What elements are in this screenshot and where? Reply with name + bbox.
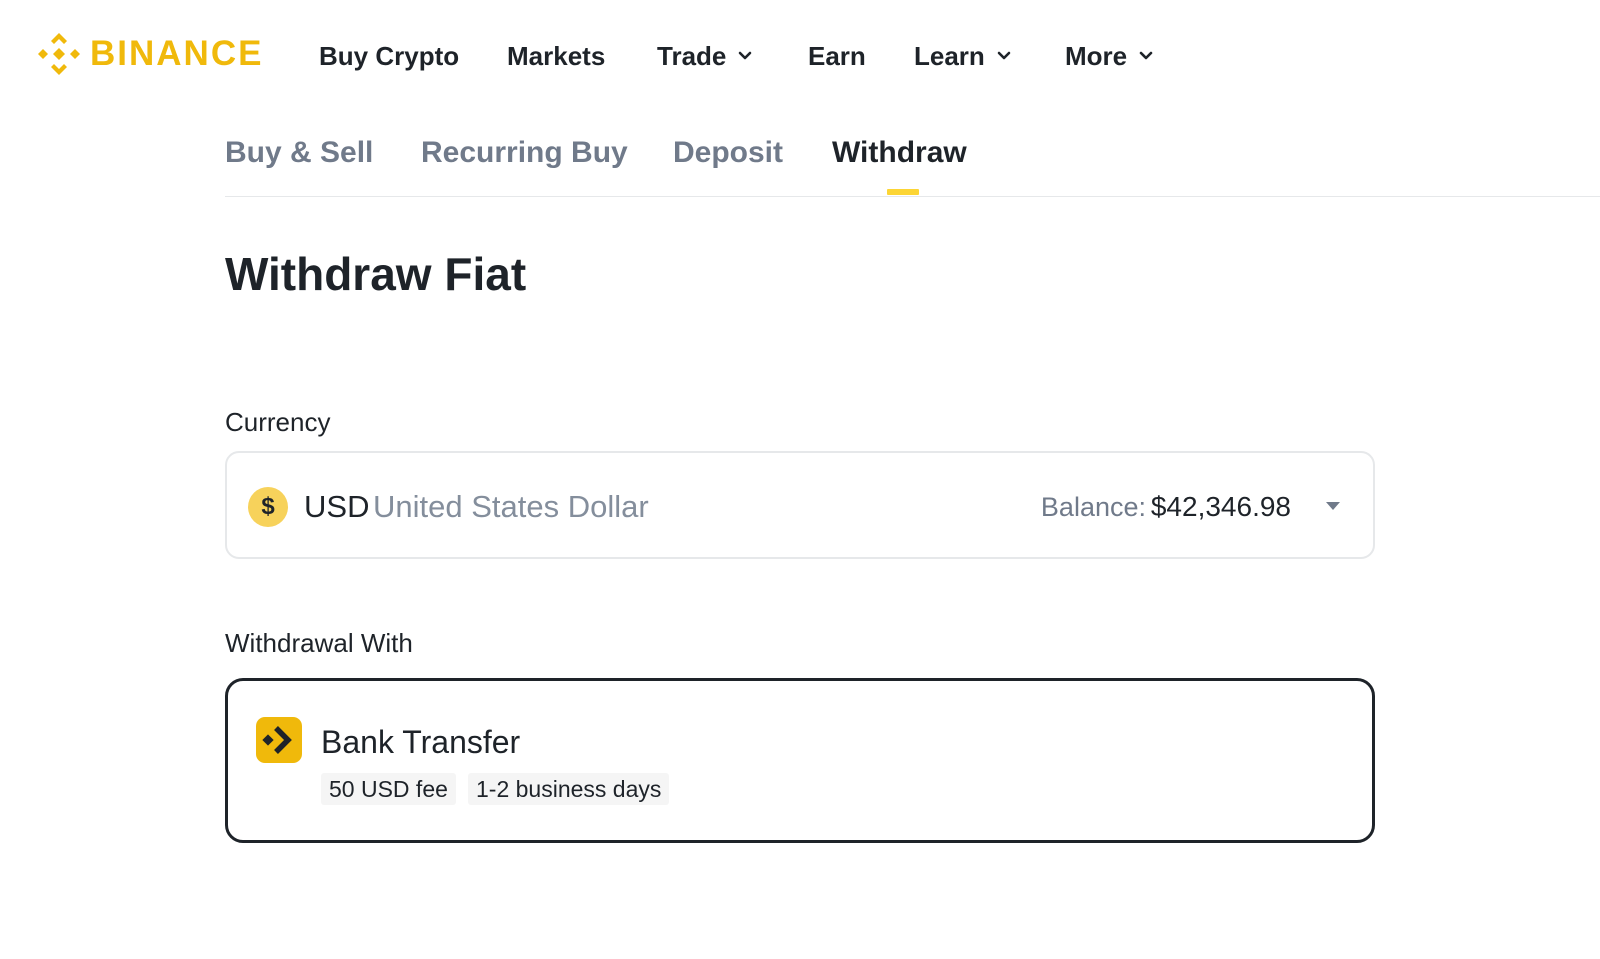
balance-value: $42,346.98 bbox=[1150, 491, 1291, 522]
tab-deposit[interactable]: Deposit bbox=[673, 136, 783, 170]
currency-symbol: $ bbox=[261, 493, 275, 520]
currency-label: Currency bbox=[225, 407, 331, 437]
funding-tabs: Buy & Sell Recurring Buy Deposit Withdra… bbox=[225, 130, 1600, 197]
nav-item-label: Trade bbox=[657, 40, 727, 71]
binance-logo[interactable]: BINANCE bbox=[36, 31, 263, 77]
nav-more[interactable]: More bbox=[1065, 36, 1153, 76]
nav-buy-crypto[interactable]: Buy Crypto bbox=[319, 36, 459, 76]
currency-code: USD bbox=[304, 489, 370, 524]
chevron-down-icon bbox=[997, 49, 1011, 63]
dollar-coin-icon: $ bbox=[248, 487, 288, 527]
page-title: Withdraw Fiat bbox=[225, 248, 527, 300]
bank-transfer-icon bbox=[256, 717, 302, 763]
tab-recurring-buy[interactable]: Recurring Buy bbox=[421, 136, 628, 170]
withdrawal-method-label: Withdrawal With bbox=[225, 628, 413, 658]
nav-trade[interactable]: Trade bbox=[657, 36, 752, 76]
active-tab-indicator bbox=[887, 189, 919, 195]
nav-item-label: Markets bbox=[507, 40, 606, 71]
nav-item-label: Buy Crypto bbox=[319, 40, 460, 71]
tab-buy-sell[interactable]: Buy & Sell bbox=[225, 136, 373, 170]
nav-earn[interactable]: Earn bbox=[808, 36, 866, 76]
fee-tag: 50 USD fee bbox=[321, 773, 456, 805]
nav-markets[interactable]: Markets bbox=[507, 36, 605, 76]
binance-logo-icon bbox=[38, 33, 80, 75]
chevron-down-icon bbox=[738, 49, 752, 63]
processing-time-tag: 1-2 business days bbox=[468, 773, 670, 805]
method-name: Bank Transfer bbox=[321, 724, 521, 760]
nav-learn[interactable]: Learn bbox=[914, 36, 1011, 76]
nav-item-label: Learn bbox=[914, 40, 985, 71]
chevron-down-icon bbox=[1139, 49, 1153, 63]
caret-down-icon bbox=[1325, 500, 1341, 512]
brand-wordmark: BINANCE bbox=[90, 34, 264, 73]
currency-select[interactable]: $ USD United States Dollar Balance: $42,… bbox=[225, 451, 1375, 559]
tab-withdraw[interactable]: Withdraw bbox=[832, 136, 967, 170]
withdraw-fiat-page: BINANCE Buy Crypto Markets Trade Earn Le… bbox=[0, 0, 1600, 959]
bank-transfer-option[interactable]: Bank Transfer 50 USD fee 1-2 business da… bbox=[225, 678, 1375, 843]
nav-item-label: More bbox=[1065, 40, 1128, 71]
top-navigation: BINANCE Buy Crypto Markets Trade Earn Le… bbox=[0, 0, 1600, 110]
balance-label: Balance: bbox=[1040, 492, 1146, 522]
nav-item-label: Earn bbox=[808, 40, 866, 71]
currency-name: United States Dollar bbox=[373, 489, 649, 524]
